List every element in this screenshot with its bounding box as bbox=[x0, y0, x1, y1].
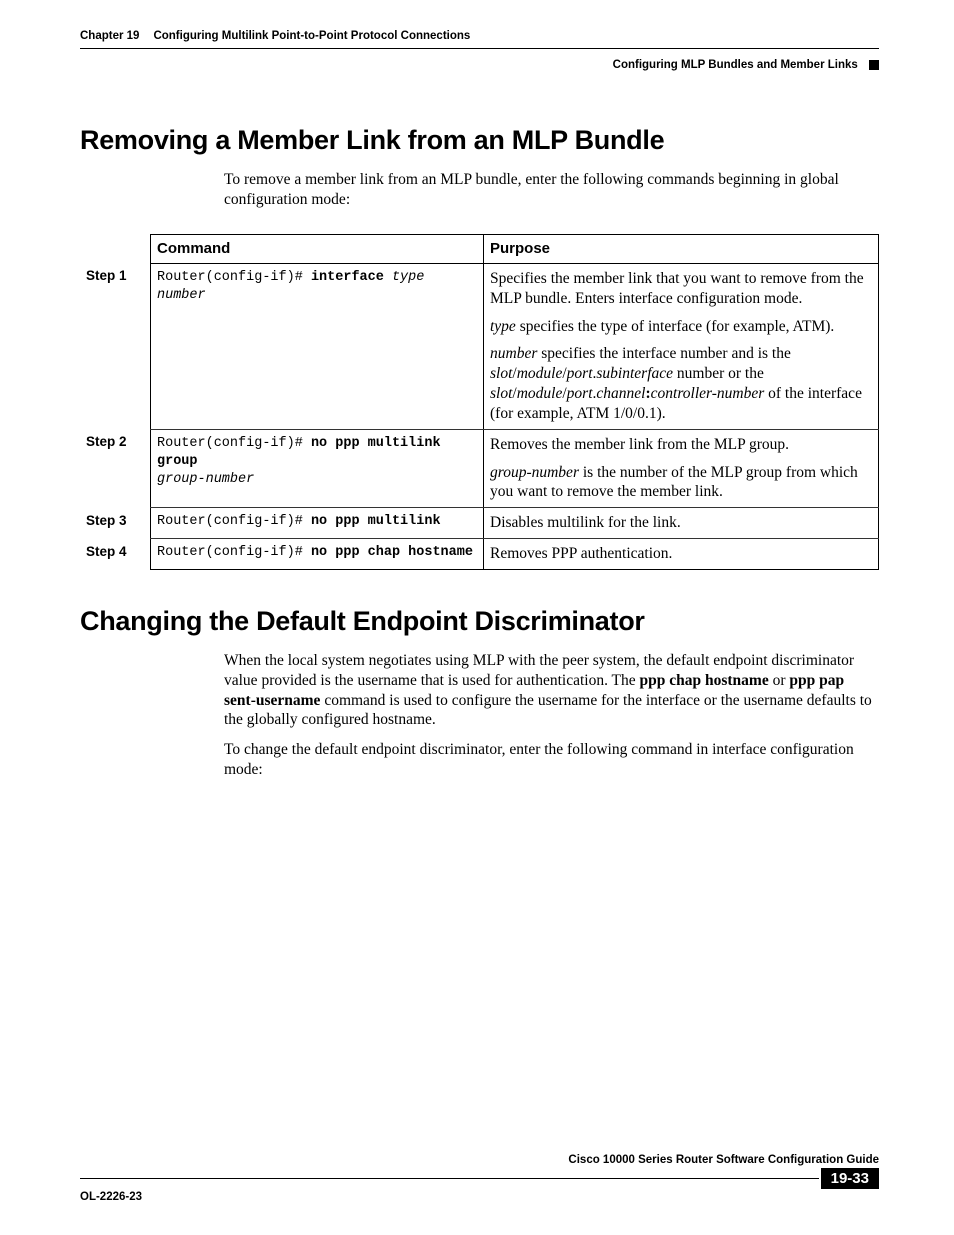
purpose-cell: Removes PPP authentication. bbox=[484, 539, 879, 570]
command-cell: Router(config-if)# no ppp multilink grou… bbox=[151, 429, 484, 507]
step-label: Step 3 bbox=[80, 508, 151, 539]
purpose-cell: Specifies the member link that you want … bbox=[484, 263, 879, 429]
section-path: Configuring MLP Bundles and Member Links bbox=[80, 59, 879, 71]
page-footer: Cisco 10000 Series Router Software Confi… bbox=[80, 1154, 879, 1203]
section1-intro: To remove a member link from an MLP bund… bbox=[224, 170, 879, 210]
doc-id: OL-2226-23 bbox=[80, 1191, 879, 1203]
page-number: 19-33 bbox=[821, 1168, 879, 1189]
col-header-command: Command bbox=[151, 234, 484, 263]
command-cell: Router(config-if)# no ppp multilink bbox=[151, 508, 484, 539]
purpose-cell: Removes the member link from the MLP gro… bbox=[484, 429, 879, 507]
table-row: Step 4 Router(config-if)# no ppp chap ho… bbox=[80, 539, 879, 570]
document-page: Chapter 19 Configuring Multilink Point-t… bbox=[0, 0, 954, 1235]
step-label: Step 1 bbox=[80, 263, 151, 429]
table-row: Step 3 Router(config-if)# no ppp multili… bbox=[80, 508, 879, 539]
command-cell: Router(config-if)# no ppp chap hostname bbox=[151, 539, 484, 570]
section-heading-changing: Changing the Default Endpoint Discrimina… bbox=[80, 606, 879, 637]
section2-para2: To change the default endpoint discrimin… bbox=[224, 740, 879, 780]
section-heading-removing: Removing a Member Link from an MLP Bundl… bbox=[80, 125, 879, 156]
col-header-purpose: Purpose bbox=[484, 234, 879, 263]
guide-title: Cisco 10000 Series Router Software Confi… bbox=[80, 1154, 879, 1166]
chapter-title: Configuring Multilink Point-to-Point Pro… bbox=[153, 30, 470, 42]
command-cell: Router(config-if)# interface type number bbox=[151, 263, 484, 429]
step-label: Step 4 bbox=[80, 539, 151, 570]
command-table: Command Purpose Step 1 Router(config-if)… bbox=[80, 234, 879, 570]
purpose-cell: Disables multilink for the link. bbox=[484, 508, 879, 539]
table-row: Step 2 Router(config-if)# no ppp multili… bbox=[80, 429, 879, 507]
running-header: Chapter 19 Configuring Multilink Point-t… bbox=[80, 30, 879, 42]
section2-para1: When the local system negotiates using M… bbox=[224, 651, 879, 730]
header-rule bbox=[80, 48, 879, 49]
table-row: Step 1 Router(config-if)# interface type… bbox=[80, 263, 879, 429]
footer-rule: 19-33 bbox=[80, 1168, 879, 1189]
chapter-label: Chapter 19 bbox=[80, 30, 139, 42]
step-label: Step 2 bbox=[80, 429, 151, 507]
command-table-wrapper: Command Purpose Step 1 Router(config-if)… bbox=[80, 234, 879, 570]
